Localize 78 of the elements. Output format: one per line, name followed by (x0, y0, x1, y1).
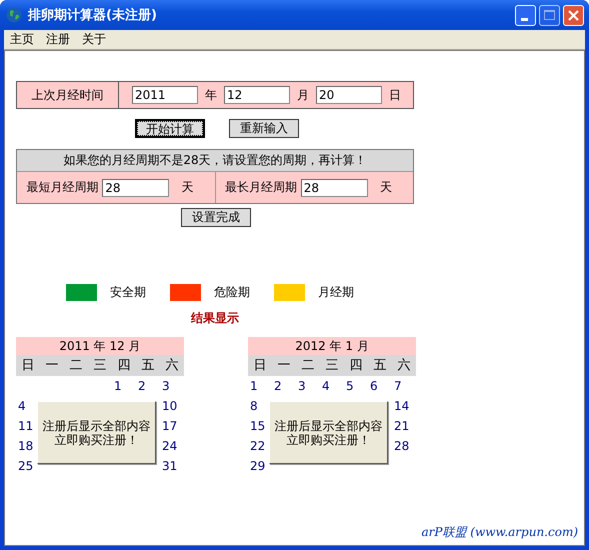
weekday-label: 五 (372, 357, 388, 375)
register-notice: 注册后显示全部内容 (42, 418, 150, 432)
calendar-day: 29 (250, 459, 266, 473)
weekday-label: 五 (140, 357, 156, 375)
register-notice: 注册后显示全部内容 (274, 418, 382, 432)
reset-button[interactable]: 重新输入 (229, 119, 299, 138)
menu-item[interactable]: 关于 (82, 31, 106, 48)
calendar-day: 11 (18, 419, 34, 433)
weekday-label: 二 (68, 357, 84, 375)
day-field[interactable]: 20 (316, 86, 382, 104)
done-button[interactable]: 设置完成 (181, 208, 251, 227)
legend-label: 危险期 (214, 284, 250, 301)
window-title: 排卵期计算器(未注册) (28, 6, 158, 24)
weekday-label: 一 (44, 357, 60, 375)
calendar-title: 2012 年 1 月 (248, 337, 416, 355)
unit-label: 天 (180, 179, 194, 196)
maximize-icon (544, 10, 555, 20)
weekday-label: 三 (92, 357, 108, 375)
calendar-day: 22 (250, 439, 266, 453)
close-icon (568, 10, 579, 20)
unit-label: 年 (204, 86, 218, 104)
menu-item[interactable]: 主页 (10, 31, 34, 48)
legend-label: 月经期 (318, 284, 354, 301)
calendar-day: 8 (250, 399, 258, 413)
legend-label: 安全期 (110, 284, 146, 301)
result-heading: 结果显示 (190, 310, 240, 327)
calendar-day: 28 (394, 439, 410, 453)
weekday-label: 日 (252, 357, 268, 375)
field-label: 最长月经周期 (224, 179, 297, 196)
calendar-day: 25 (18, 459, 34, 473)
calendar-title: 2011 年 12 月 (16, 337, 184, 355)
menu-item[interactable]: 注册 (46, 31, 70, 48)
field-label: 最短月经周期 (26, 179, 98, 196)
unit-label: 天 (378, 179, 393, 196)
year-field[interactable]: 2011 (132, 86, 198, 104)
weekday-label: 二 (300, 357, 316, 375)
calendar-day: 21 (394, 419, 410, 433)
calendar-day: 6 (370, 379, 378, 393)
calendar-day: 18 (18, 439, 34, 453)
cycle-field[interactable]: 28 (102, 178, 170, 196)
calendar-day: 24 (162, 439, 178, 453)
calendar-day: 3 (298, 379, 306, 393)
calendar-day: 5 (346, 379, 354, 393)
minimize-button[interactable] (515, 4, 536, 26)
calendar-day: 17 (162, 419, 178, 433)
calendar-day: 15 (250, 419, 266, 433)
field-label: 上次月经时间 (17, 82, 119, 108)
calendar-day: 1 (250, 379, 258, 393)
unit-label: 月 (296, 86, 310, 104)
weekday-label: 三 (324, 357, 340, 375)
register-notice: 立即购买注册！ (286, 432, 370, 446)
weekday-label: 一 (276, 357, 292, 375)
calendar-day: 31 (162, 459, 178, 473)
weekday-label: 六 (396, 357, 412, 375)
calendar-day: 3 (162, 379, 170, 393)
cycle-field[interactable]: 28 (300, 178, 368, 196)
unit-label: 日 (388, 86, 402, 104)
globe-icon (6, 7, 22, 23)
month-field[interactable]: 12 (224, 86, 290, 104)
calendar-day: 14 (394, 399, 410, 413)
calendar-day: 2 (274, 379, 282, 393)
calendar-day: 10 (162, 399, 178, 413)
calculate-button[interactable]: 开始计算 (135, 119, 205, 138)
minimize-icon (521, 18, 530, 20)
weekday-label: 四 (116, 357, 132, 375)
calendar-day: 4 (322, 379, 330, 393)
calendar-day: 7 (394, 379, 402, 393)
footer-link[interactable]: arP联盟 (www.arpun.com) (421, 525, 578, 539)
weekday-label: 六 (164, 357, 180, 375)
cycle-notice: 如果您的月经周期不是28天，请设置您的周期，再计算！ (17, 150, 413, 172)
maximize-button[interactable] (539, 4, 560, 26)
weekday-label: 日 (20, 357, 36, 375)
calendar-day: 1 (114, 379, 122, 393)
calendar-day: 2 (138, 379, 146, 393)
register-notice: 立即购买注册！ (54, 432, 138, 446)
weekday-label: 四 (348, 357, 364, 375)
calendar-day: 4 (18, 399, 26, 413)
close-button[interactable] (563, 4, 584, 26)
